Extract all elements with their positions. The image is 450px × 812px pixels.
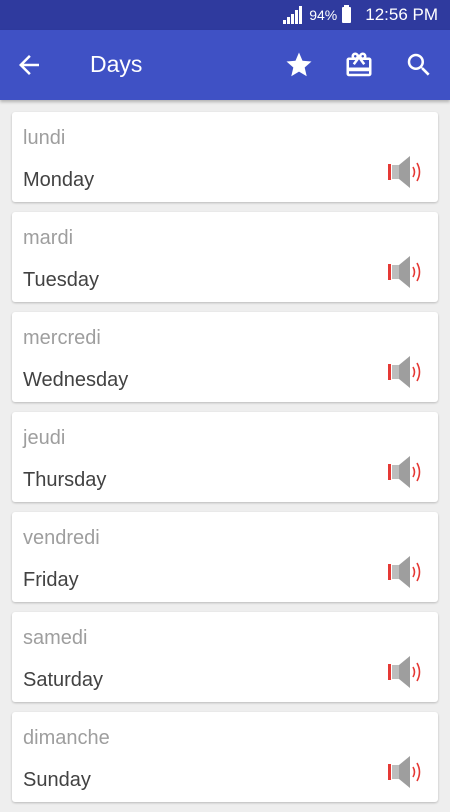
back-arrow-icon[interactable] [14,50,44,80]
speaker-icon[interactable] [386,454,426,490]
word-card[interactable]: vendredi Friday [12,512,438,602]
word-card[interactable]: lundi Monday [12,112,438,202]
speaker-icon[interactable] [386,554,426,590]
word-card[interactable]: jeudi Thursday [12,412,438,502]
english-word: Sunday [23,769,91,791]
french-word: mercredi [23,327,101,349]
star-icon[interactable] [284,50,314,80]
app-bar: Days [0,30,450,100]
speaker-icon[interactable] [386,754,426,790]
word-card[interactable]: mardi Tuesday [12,212,438,302]
signal-icon [283,6,303,24]
french-word: mardi [23,227,74,249]
english-word: Friday [23,569,79,591]
english-word: Tuesday [23,269,99,291]
gift-card-icon[interactable] [344,50,374,80]
french-word: jeudi [23,427,66,449]
french-word: dimanche [23,727,110,749]
speaker-icon[interactable] [386,154,426,190]
word-card[interactable]: samedi Saturday [12,612,438,702]
search-icon[interactable] [404,50,434,80]
battery-icon [342,5,352,23]
speaker-icon[interactable] [386,654,426,690]
battery-percent: 94% [309,7,338,23]
english-word: Thursday [23,469,107,491]
speaker-icon[interactable] [386,254,426,290]
word-card[interactable]: mercredi Wednesday [12,312,438,402]
word-list: lundi Monday mardi Tuesday mercredi Wednesday… [12,112,438,812]
clock: 12:56 PM [365,5,438,24]
english-word: Monday [23,169,95,191]
page-title: Days [90,51,143,77]
speaker-icon[interactable] [386,354,426,390]
english-word: Wednesday [23,369,129,391]
french-word: samedi [23,627,88,649]
french-word: vendredi [23,527,100,549]
word-card[interactable]: dimanche Sunday [12,712,438,802]
status-bar: 94% 12:56 PM [0,0,450,30]
french-word: lundi [23,127,66,149]
english-word: Saturday [23,669,104,691]
